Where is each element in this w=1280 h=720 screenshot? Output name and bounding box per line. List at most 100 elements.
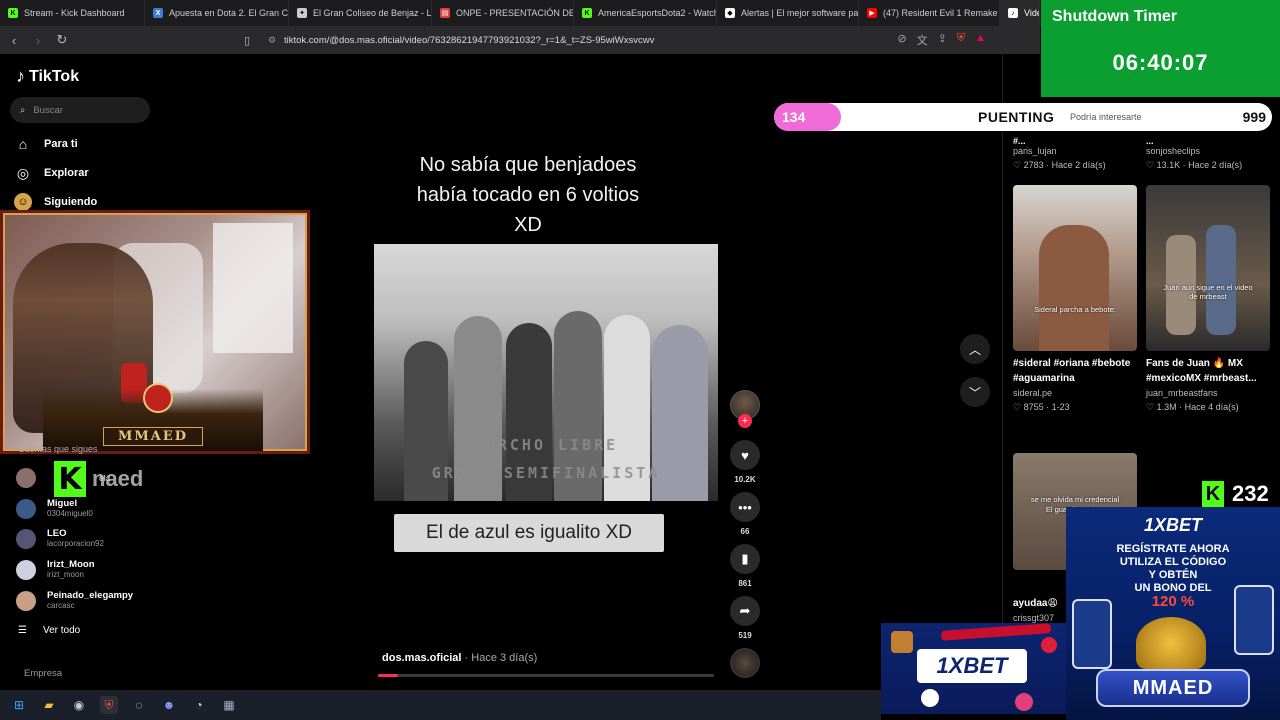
- brave-rewards-icon[interactable]: ▲: [975, 32, 986, 48]
- tab-favicon-icon: ✦: [297, 8, 307, 18]
- ad-chip-icon: [891, 631, 913, 653]
- ad-phone-image: [1072, 599, 1112, 669]
- brave-shield-icon[interactable]: ⛨: [957, 32, 965, 48]
- kick-icon: K: [582, 8, 592, 18]
- rec-card-meta[interactable]: #... paris_lujan ♡ 2783 · Hace 2 día(s): [1013, 134, 1133, 172]
- obs-icon[interactable]: ◌: [130, 696, 148, 714]
- like-button[interactable]: ♥ 10.2K: [730, 440, 760, 484]
- comment-icon: •••: [730, 492, 760, 522]
- share-icon[interactable]: ⇪: [938, 32, 947, 48]
- chevron-down-icon: ﹀: [968, 385, 981, 400]
- rec-card-meta[interactable]: Fans de Juan 🔥 MX #mexicoMX #mrbeast... …: [1146, 356, 1272, 414]
- tab-favicon-icon: ▤: [440, 8, 450, 18]
- following-item[interactable]: LEO lacorporacion92: [16, 528, 104, 549]
- rec-title-cut: ...: [1146, 136, 1154, 144]
- ad-trophy-image: [1136, 617, 1206, 669]
- timer-app-icon[interactable]: ◔: [190, 696, 208, 714]
- rec-person: [1039, 225, 1109, 351]
- brave-icon[interactable]: ⛨: [100, 696, 118, 714]
- music-disc-icon[interactable]: [730, 648, 760, 678]
- heart-icon: ♥: [730, 440, 760, 470]
- nav-siguiendo[interactable]: ☺ Siguiendo: [14, 193, 97, 211]
- tiktok-icon: ♪: [1008, 8, 1018, 18]
- reload-icon[interactable]: ↻: [52, 30, 72, 50]
- nav-explorar[interactable]: ◎ Explorar: [14, 164, 89, 182]
- screen: K Stream - Kick Dashboard X Apuesta en Dot…: [0, 0, 1280, 720]
- 1xbet-ad: 1XBET REGÍSTRATE AHORA UTILIZA EL CÓDIGO…: [1066, 507, 1280, 720]
- tab-kick-dashboard[interactable]: K Stream - Kick Dashboard: [0, 0, 145, 26]
- under-text: Podría interesarte: [1070, 112, 1142, 122]
- no-video-icon[interactable]: ⊘: [897, 32, 906, 48]
- panel-divider: [1002, 54, 1003, 690]
- 1xbet-ad-small: 1XBET: [881, 623, 1066, 714]
- windows-start-icon[interactable]: ⊞: [10, 696, 28, 714]
- search-input[interactable]: ⌕ Buscar: [10, 97, 150, 123]
- save-button[interactable]: ▮ 861: [730, 544, 760, 588]
- compass-icon: ◎: [16, 164, 30, 181]
- ver-todo-link[interactable]: ☰ Ver todo: [18, 625, 80, 636]
- share-button[interactable]: ➦ 519: [730, 596, 760, 640]
- rec-person: [1206, 225, 1236, 335]
- steam-icon[interactable]: ◉: [70, 696, 88, 714]
- home-icon: ⌂: [18, 136, 28, 152]
- rec-card-meta[interactable]: ... sonjosheclips ♡ 13.1K · Hace 2 día(s…: [1146, 134, 1270, 172]
- chevron-up-icon: ︿: [968, 342, 981, 357]
- tiktok-note-icon: ♪: [16, 66, 25, 86]
- following-item[interactable]: Miguel 0304miguel0: [16, 498, 93, 519]
- tab-gran-coliseo[interactable]: ✦ El Gran Coliseo de Benjaz - Liq: [289, 0, 432, 26]
- address-bar[interactable]: ▯ ⚙ tiktok.com/@dos.mas.oficial/video/76…: [244, 30, 996, 50]
- tab-alertas[interactable]: ◆ Alertas | El mejor software par: [717, 0, 859, 26]
- rec-card-meta[interactable]: #sideral #oriana #bebote #aguamarina sid…: [1013, 356, 1137, 414]
- kick-name-overlay: Knaed: [54, 461, 143, 497]
- ad-heart-icon: [1041, 637, 1057, 653]
- avatar: [16, 498, 36, 519]
- tab-youtube-resident-evil[interactable]: ▶ (47) Resident Evil 1 Remake -: [859, 0, 1000, 26]
- back-icon[interactable]: ‹: [4, 30, 24, 50]
- prev-video-button[interactable]: ︿: [960, 334, 990, 364]
- file-explorer-icon[interactable]: ▰: [40, 696, 58, 714]
- follow-plus-icon[interactable]: +: [738, 414, 752, 428]
- windows-taskbar: ⊞ ▰ ◉ ⛨ ◌ ☻ ◔ ▦: [0, 690, 881, 720]
- avatar: [16, 559, 36, 580]
- following-item[interactable]: Peinado_elegampy carcasc: [16, 590, 133, 611]
- kick-logo-icon: K: [54, 461, 86, 497]
- tab-tiktok-video[interactable]: ♪Vide: [1000, 0, 1040, 26]
- discord-icon[interactable]: ☻: [160, 696, 178, 714]
- empresa-link[interactable]: Empresa: [24, 668, 62, 679]
- shutdown-timer-widget: Shutdown Timer 06:40:07: [1041, 0, 1280, 97]
- rec-card-meta[interactable]: ayudaa😩 crissgt307: [1013, 596, 1073, 625]
- rec-thumbnail[interactable]: Sideral parcha a bebote:: [1013, 185, 1137, 351]
- tab-apuesta-dota[interactable]: X Apuesta en Dota 2. El Gran Col: [145, 0, 289, 26]
- nav-para-ti[interactable]: ⌂ Para ti: [14, 135, 78, 153]
- kick-logo-icon: K: [1202, 481, 1224, 507]
- rec-title-cut: #...: [1013, 136, 1026, 144]
- next-video-button[interactable]: ﹀: [960, 377, 990, 407]
- ad-candy-icon: [1015, 693, 1033, 711]
- tab-favicon-icon: ◆: [725, 8, 735, 18]
- webcam-overlay: MMAED: [0, 210, 310, 454]
- comment-button[interactable]: ••• 66: [730, 492, 760, 536]
- following-icon: ☺: [14, 193, 32, 211]
- share-arrow-icon: ➦: [730, 596, 760, 626]
- video-player[interactable]: CORCHO LIBRE GRUPO SEMIFINALISTA: [374, 244, 718, 501]
- bookmark-icon: ▮: [730, 544, 760, 574]
- tiktok-logo[interactable]: ♪ TikTok: [16, 66, 79, 87]
- video-subtitle: El de azul es igualito XD: [394, 514, 664, 552]
- bookmark-icon[interactable]: ▯: [244, 34, 268, 47]
- avatar: [16, 528, 36, 549]
- list-icon: ☰: [18, 625, 27, 636]
- search-icon: ⌕: [20, 104, 26, 116]
- rec-thumbnail[interactable]: Juan aun sigue en el video de mrbeast: [1146, 185, 1270, 351]
- forward-icon[interactable]: ›: [28, 30, 48, 50]
- site-info-icon[interactable]: ⚙: [268, 35, 284, 46]
- following-title: Cuentas que sigues: [18, 444, 98, 454]
- cam-background-window: [213, 223, 293, 353]
- tab-onpe[interactable]: ▤ONPE - PRESENTACIÓN DE RE: [432, 0, 574, 26]
- tab-favicon-icon: X: [153, 8, 163, 18]
- video-progress-bar[interactable]: [378, 674, 714, 677]
- calculator-icon[interactable]: ▦: [220, 696, 238, 714]
- tab-america-esports[interactable]: K AmericaEsportsDota2 - Watch: [574, 0, 717, 26]
- translate-icon[interactable]: 文: [917, 32, 928, 48]
- following-item[interactable]: Irizt_Moon irizt_moon: [16, 559, 95, 580]
- video-author[interactable]: dos.mas.oficial · Hace 3 día(s): [382, 652, 537, 664]
